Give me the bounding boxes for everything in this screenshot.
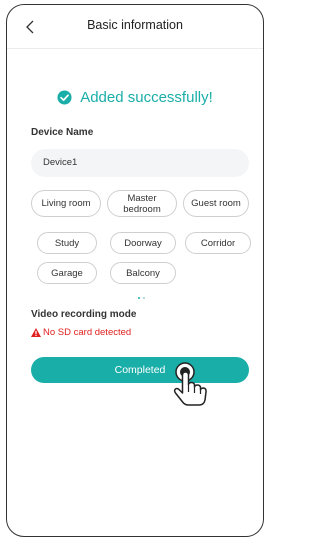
tap-hand-icon: [173, 362, 207, 406]
device-name-label: Device Name: [31, 127, 94, 138]
room-chip[interactable]: Corridor: [185, 232, 251, 254]
room-chip[interactable]: Garage: [37, 262, 97, 284]
completed-button[interactable]: Completed: [31, 357, 249, 383]
warning-icon: [31, 328, 41, 337]
room-chip[interactable]: Guest room: [183, 190, 249, 217]
check-circle-icon: [57, 90, 72, 105]
page-indicator-dot: [138, 297, 140, 299]
page-title: Basic information: [87, 18, 183, 32]
sd-card-warning-text: No SD card detected: [43, 327, 132, 338]
page-indicator: [138, 297, 145, 299]
sd-card-warning: No SD card detected: [31, 327, 131, 338]
room-chip[interactable]: Study: [37, 232, 97, 254]
header: Basic information: [7, 5, 263, 49]
success-banner: Added successfully!: [7, 89, 263, 106]
page-indicator-dot: [143, 297, 145, 299]
room-chip[interactable]: Living room: [31, 190, 101, 217]
phone-frame: Basic information Added successfully! De…: [6, 4, 264, 537]
success-message: Added successfully!: [80, 89, 213, 106]
room-chip[interactable]: Balcony: [110, 262, 176, 284]
device-name-input[interactable]: Device1: [31, 149, 249, 177]
video-recording-label: Video recording mode: [31, 309, 137, 320]
room-chip[interactable]: Master bedroom: [107, 190, 177, 217]
room-chip[interactable]: Doorway: [110, 232, 176, 254]
